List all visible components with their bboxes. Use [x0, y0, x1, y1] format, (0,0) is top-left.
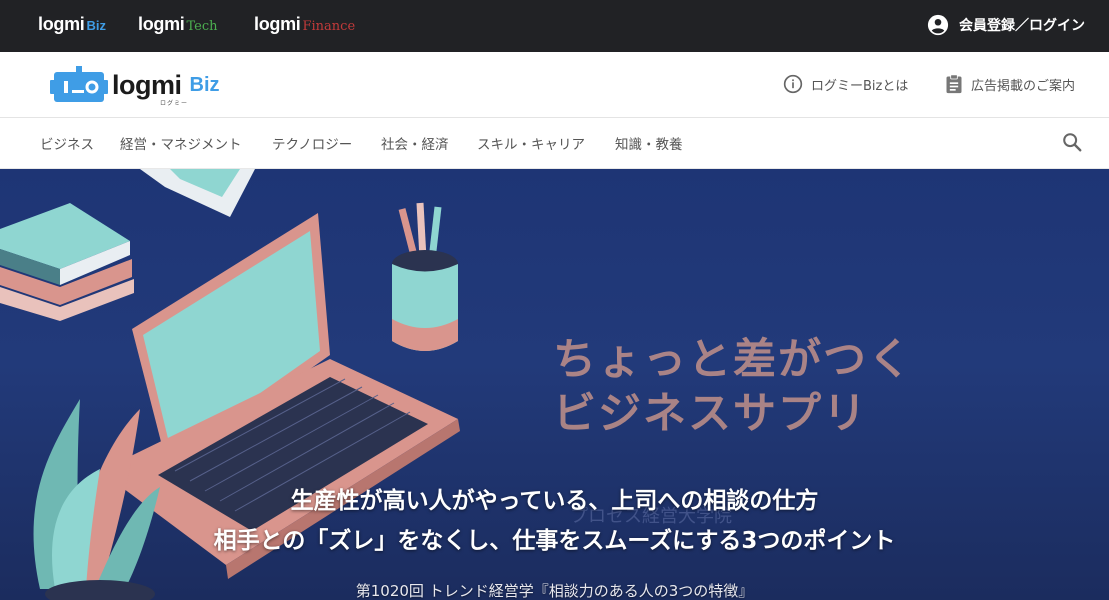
category-knowledge[interactable]: 知識・教養 — [615, 133, 683, 153]
site-header: logmi Biz ログミー ログミーBizとは 広告掲載のご案内 — [0, 52, 1109, 118]
site-link-word: logmi — [254, 14, 301, 34]
article-title-line1[interactable]: 生産性が高い人がやっている、上司への相談の仕方 — [0, 481, 1109, 515]
about-link[interactable]: ログミーBizとは — [783, 74, 908, 94]
info-icon — [783, 74, 803, 94]
category-business[interactable]: ビジネス — [40, 133, 94, 153]
login-button[interactable]: 会員登録／ログイン — [927, 14, 1085, 36]
site-link-suffix: Finance — [302, 19, 356, 34]
category-skill[interactable]: スキル・キャリア — [477, 133, 585, 153]
hero-catch-line2: ビジネスサプリ — [553, 389, 868, 439]
brand-suffix: Biz — [189, 73, 220, 96]
robot-logo-icon — [50, 66, 108, 102]
ads-link-label: 広告掲載のご案内 — [971, 78, 1076, 94]
category-nav: ビジネス 経営・マネジメント テクノロジー 社会・経済 スキル・キャリア 知識・… — [0, 118, 1109, 169]
search-button[interactable] — [1061, 131, 1083, 157]
article-subtitle: 第1020回 トレンド経営学『相談力のある人の3つの特徴』 — [355, 582, 754, 600]
clipboard-icon — [946, 74, 962, 94]
site-link-word: logmi — [138, 14, 185, 34]
hero-catchphrase: ちょっと差がつく ビジネスサプリ — [553, 333, 913, 441]
category-technology[interactable]: テクノロジー — [272, 133, 352, 153]
site-link-suffix: Tech — [186, 19, 218, 34]
about-link-label: ログミーBizとは — [811, 78, 909, 94]
site-link-word: logmi — [38, 14, 85, 34]
site-link-suffix: Biz — [86, 18, 107, 33]
brand-kana: ログミー — [160, 100, 189, 107]
login-label: 会員登録／ログイン — [959, 18, 1085, 34]
site-link-logmi-tech[interactable]: logmi Tech — [138, 14, 218, 38]
account-circle-icon — [927, 14, 949, 36]
brand-word: logmi — [112, 69, 182, 100]
article-title-line2[interactable]: 相手との「ズレ」をなくし、仕事をスムーズにする3つのポイント — [0, 521, 1109, 555]
hero-catch-line1: ちょっと差がつく — [553, 335, 913, 385]
site-link-logmi-biz[interactable]: logmi Biz — [38, 14, 106, 38]
category-society[interactable]: 社会・経済 — [381, 133, 449, 153]
site-link-logmi-finance[interactable]: logmi Finance — [254, 14, 355, 38]
network-topbar: logmi Biz logmi Tech logmi Finance 会員登録／… — [0, 0, 1109, 52]
search-icon — [1063, 133, 1082, 152]
brand-logo[interactable]: logmi Biz ログミー — [50, 66, 220, 107]
ads-link[interactable]: 広告掲載のご案内 — [945, 74, 1075, 94]
hero-banner[interactable]: ちょっと差がつく ビジネスサプリ プロセス経営大学院 生産性が高い人がやっている… — [0, 169, 1109, 600]
category-management[interactable]: 経営・マネジメント — [120, 133, 242, 153]
